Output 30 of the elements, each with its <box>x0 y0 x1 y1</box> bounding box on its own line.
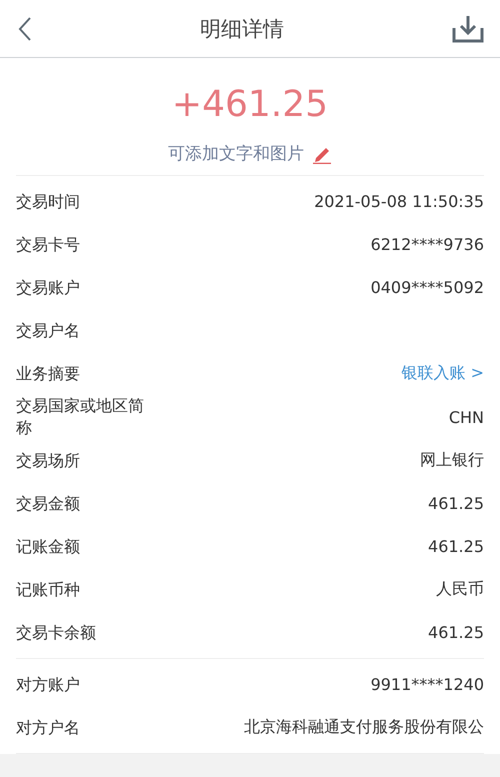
field-value: 北京海科融通支付服务股份有限公 <box>244 717 484 738</box>
field-label: 交易场所 <box>16 450 81 472</box>
field-label: 交易卡号 <box>16 234 81 256</box>
field-value: 461.25 <box>428 537 484 556</box>
field-label: 对方户名 <box>16 716 81 738</box>
add-note-link[interactable]: 可添加文字和图片 <box>168 142 304 165</box>
field-label: 交易账户 <box>16 276 81 298</box>
field-value: 2021-05-08 11:50:35 <box>314 192 484 211</box>
field-label: 交易卡余额 <box>16 622 97 644</box>
field-value: 0409****5092 <box>370 278 484 297</box>
field-value: 人民币 <box>436 579 484 600</box>
field-label: 交易金额 <box>16 492 81 514</box>
field-label: 交易户名 <box>16 320 81 342</box>
field-label: 记账金额 <box>16 536 81 558</box>
field-label: 交易时间 <box>16 190 81 212</box>
field-value: 461.25 <box>428 494 484 513</box>
field-label: 交易国家或地区简称 <box>16 395 145 439</box>
field-value: 9911****1240 <box>370 675 484 694</box>
field-value: 网上银行 <box>420 450 484 471</box>
field-value: 461.25 <box>428 623 484 642</box>
field-label: 业务摘要 <box>16 362 81 384</box>
field-value: 6212****9736 <box>370 235 484 254</box>
page-title: 明细详情 <box>200 16 284 42</box>
field-value: CHN <box>448 408 484 426</box>
summary-link[interactable]: 银联入账 > <box>402 363 484 384</box>
amount: +461.25 <box>172 83 328 127</box>
field-label: 记账币种 <box>16 578 81 600</box>
download-icon[interactable] <box>452 14 484 42</box>
field-label: 对方账户 <box>16 674 81 696</box>
back-icon[interactable] <box>18 16 32 42</box>
